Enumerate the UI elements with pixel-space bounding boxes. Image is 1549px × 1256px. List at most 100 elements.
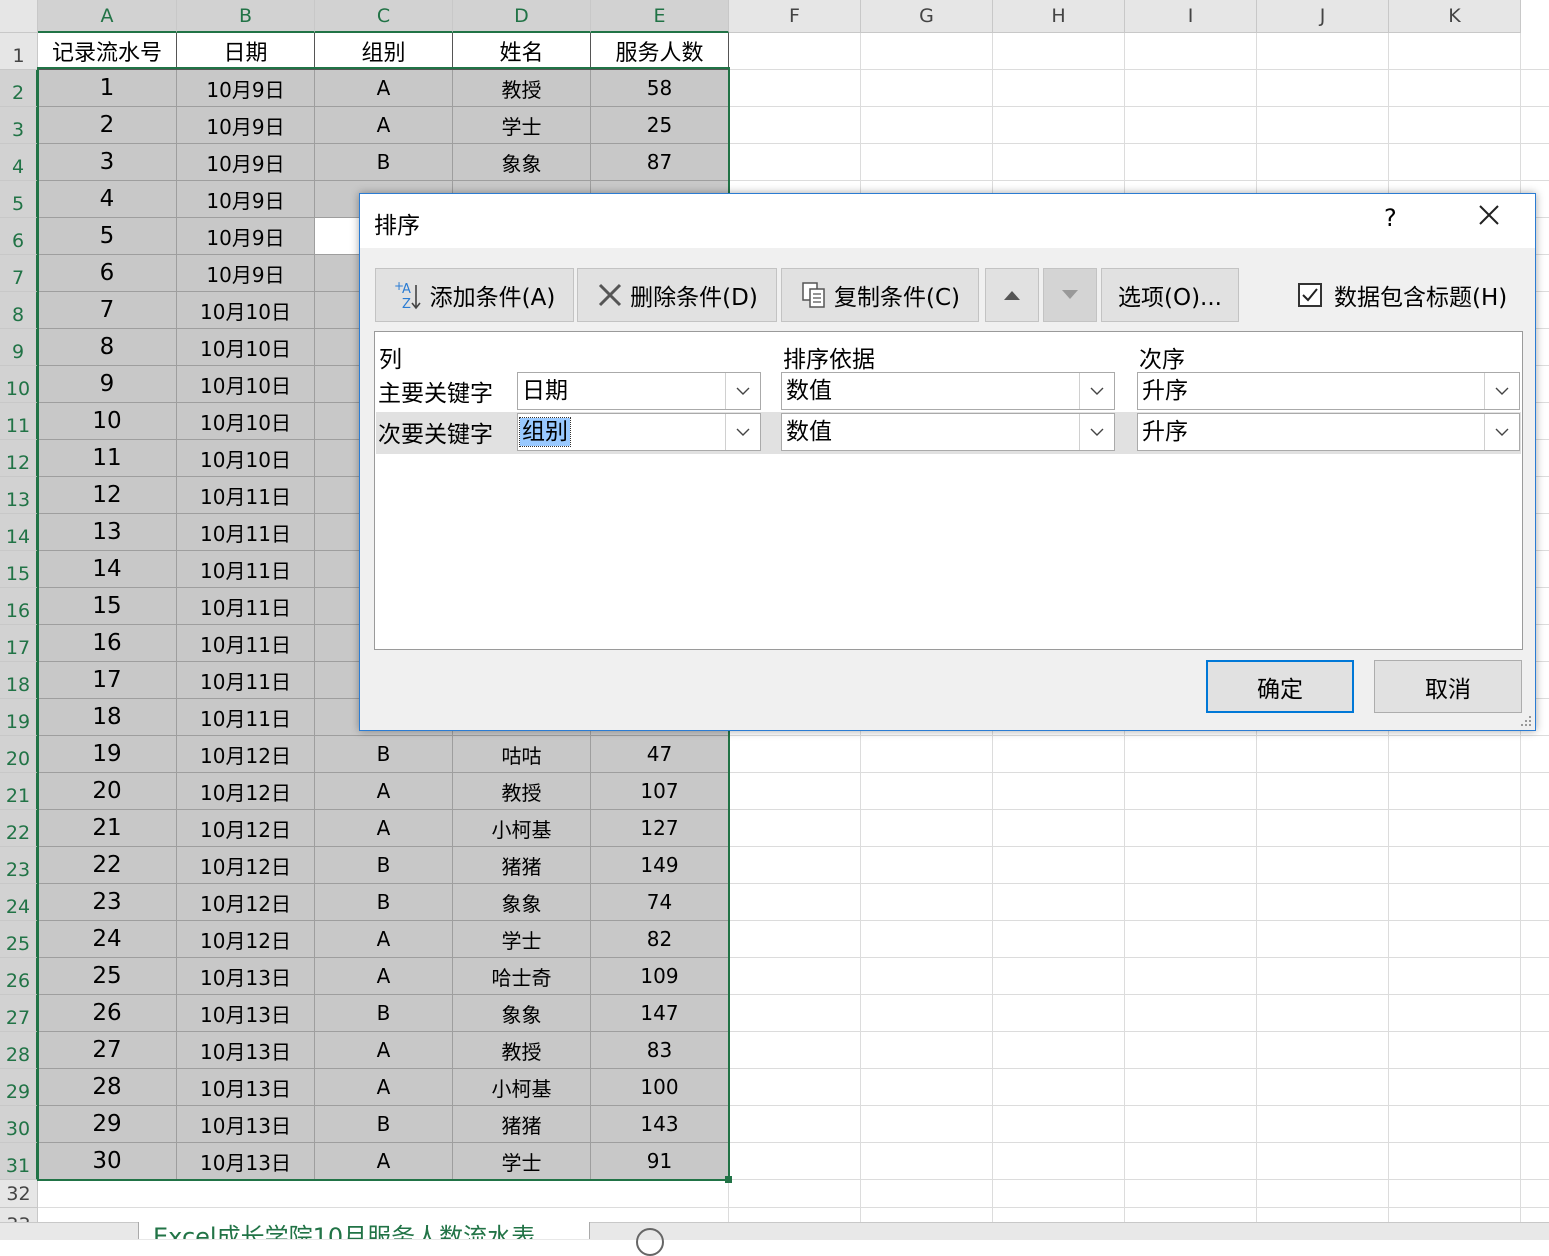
column-header-e[interactable]: E (591, 0, 729, 33)
table-cell[interactable]: B (315, 1106, 453, 1143)
row-header-29[interactable]: 29 (0, 1069, 38, 1106)
table-cell[interactable]: 猪猪 (453, 847, 591, 884)
cancel-button[interactable]: 取消 (1374, 660, 1522, 713)
row-header-11[interactable]: 11 (0, 403, 38, 440)
table-cell[interactable]: 10月13日 (177, 1143, 315, 1180)
table-cell[interactable]: 10月13日 (177, 958, 315, 995)
table-cell[interactable]: 10月11日 (177, 477, 315, 514)
sheet-tab[interactable]: Excel成长学院10月服务人数流水表 (138, 1222, 590, 1239)
table-cell[interactable]: 小柯基 (453, 1069, 591, 1106)
table-cell[interactable]: 教授 (453, 773, 591, 810)
chevron-down-icon[interactable] (725, 373, 760, 409)
table-cell[interactable]: 28 (38, 1069, 177, 1106)
table-cell[interactable]: 107 (591, 773, 729, 810)
table-cell[interactable]: 149 (591, 847, 729, 884)
table-cell[interactable]: 10月11日 (177, 625, 315, 662)
header-cell[interactable]: 组别 (315, 33, 453, 70)
row-header-10[interactable]: 10 (0, 366, 38, 403)
table-cell[interactable]: 象象 (453, 144, 591, 181)
table-cell[interactable]: 教授 (453, 70, 591, 107)
row-header-24[interactable]: 24 (0, 884, 38, 921)
table-cell[interactable]: 6 (38, 255, 177, 292)
table-cell[interactable]: 26 (38, 995, 177, 1032)
table-cell[interactable]: 学士 (453, 921, 591, 958)
column-header-c[interactable]: C (315, 0, 453, 33)
table-cell[interactable]: 10月13日 (177, 1069, 315, 1106)
row-header-32[interactable]: 32 (0, 1180, 38, 1208)
table-cell[interactable]: 47 (591, 736, 729, 773)
table-cell[interactable]: 11 (38, 440, 177, 477)
table-cell[interactable]: 3 (38, 144, 177, 181)
fill-handle[interactable] (725, 1176, 732, 1183)
header-cell[interactable]: 记录流水号 (38, 33, 177, 70)
column-header-j[interactable]: J (1257, 0, 1389, 33)
table-cell[interactable]: B (315, 847, 453, 884)
column-header-b[interactable]: B (177, 0, 315, 33)
table-cell[interactable]: 10月10日 (177, 440, 315, 477)
row-header-16[interactable]: 16 (0, 588, 38, 625)
primary-column-select[interactable]: 日期 (517, 372, 761, 410)
table-cell[interactable]: A (315, 1143, 453, 1180)
column-header-h[interactable]: H (993, 0, 1125, 33)
table-cell[interactable]: 109 (591, 958, 729, 995)
header-cell[interactable]: 日期 (177, 33, 315, 70)
header-cell[interactable]: 姓名 (453, 33, 591, 70)
table-cell[interactable]: 咕咕 (453, 736, 591, 773)
row-header-31[interactable]: 31 (0, 1143, 38, 1180)
select-all-corner[interactable] (0, 0, 38, 33)
table-cell[interactable]: A (315, 958, 453, 995)
table-cell[interactable]: 10月11日 (177, 662, 315, 699)
table-cell[interactable]: 127 (591, 810, 729, 847)
table-cell[interactable]: A (315, 810, 453, 847)
table-cell[interactable]: A (315, 1069, 453, 1106)
table-cell[interactable]: 10月12日 (177, 736, 315, 773)
close-icon[interactable] (1474, 200, 1504, 230)
table-cell[interactable]: 5 (38, 218, 177, 255)
table-cell[interactable]: 1 (38, 70, 177, 107)
table-cell[interactable]: 58 (591, 70, 729, 107)
chevron-down-icon[interactable] (1079, 414, 1114, 450)
table-cell[interactable]: 10月9日 (177, 144, 315, 181)
table-cell[interactable]: 哈士奇 (453, 958, 591, 995)
table-cell[interactable]: 10月12日 (177, 810, 315, 847)
table-cell[interactable]: 13 (38, 514, 177, 551)
row-header-13[interactable]: 13 (0, 477, 38, 514)
row-header-23[interactable]: 23 (0, 847, 38, 884)
table-cell[interactable]: 4 (38, 181, 177, 218)
table-cell[interactable]: 学士 (453, 107, 591, 144)
table-cell[interactable]: 24 (38, 921, 177, 958)
copy-level-button[interactable]: 复制条件(C) (781, 268, 979, 322)
column-header-g[interactable]: G (861, 0, 993, 33)
table-cell[interactable]: 87 (591, 144, 729, 181)
table-cell[interactable]: 10月10日 (177, 329, 315, 366)
chevron-down-icon[interactable] (1079, 373, 1114, 409)
table-cell[interactable]: 象象 (453, 884, 591, 921)
row-header-5[interactable]: 5 (0, 181, 38, 218)
add-sheet-icon[interactable] (636, 1228, 664, 1256)
row-header-14[interactable]: 14 (0, 514, 38, 551)
table-cell[interactable]: 15 (38, 588, 177, 625)
column-header-a[interactable]: A (38, 0, 177, 33)
table-cell[interactable]: B (315, 736, 453, 773)
row-header-12[interactable]: 12 (0, 440, 38, 477)
table-cell[interactable]: B (315, 144, 453, 181)
table-cell[interactable]: 学士 (453, 1143, 591, 1180)
table-cell[interactable]: 2 (38, 107, 177, 144)
table-cell[interactable]: 16 (38, 625, 177, 662)
resize-grip-icon[interactable] (1520, 715, 1532, 727)
table-cell[interactable]: 29 (38, 1106, 177, 1143)
table-cell[interactable]: 18 (38, 699, 177, 736)
add-level-button[interactable]: + A Z 添加条件(A) (375, 268, 574, 322)
table-cell[interactable]: 10月11日 (177, 699, 315, 736)
row-header-28[interactable]: 28 (0, 1032, 38, 1069)
table-cell[interactable]: 10月11日 (177, 588, 315, 625)
table-cell[interactable]: 10 (38, 403, 177, 440)
column-header-k[interactable]: K (1389, 0, 1521, 33)
table-cell[interactable]: A (315, 773, 453, 810)
table-cell[interactable]: 25 (591, 107, 729, 144)
chevron-down-icon[interactable] (1484, 414, 1519, 450)
row-header-7[interactable]: 7 (0, 255, 38, 292)
table-cell[interactable]: 82 (591, 921, 729, 958)
header-cell[interactable]: 服务人数 (591, 33, 729, 70)
table-cell[interactable]: 10月9日 (177, 70, 315, 107)
